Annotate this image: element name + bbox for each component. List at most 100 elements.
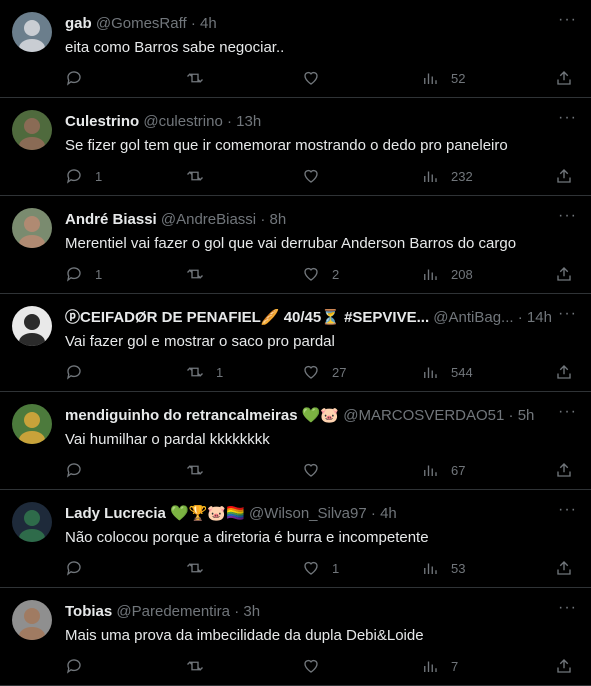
retweet-button[interactable]: [186, 68, 216, 88]
like-button[interactable]: 27: [302, 362, 346, 382]
reply-icon: [66, 561, 81, 576]
like-button[interactable]: [302, 460, 332, 480]
heart-icon: [304, 561, 318, 575]
views-button[interactable]: 52: [421, 68, 465, 88]
author-handle[interactable]: @culestrino: [143, 113, 222, 130]
views-button[interactable]: 7: [421, 656, 458, 676]
author-name[interactable]: Tobias: [65, 603, 112, 620]
author-handle[interactable]: @Wilson_Silva97: [249, 505, 367, 522]
reply-button[interactable]: [65, 68, 95, 88]
reply-button[interactable]: 1: [65, 166, 102, 186]
retweet-icon: [187, 73, 203, 83]
more-options-icon[interactable]: ···: [558, 600, 577, 616]
avatar[interactable]: [12, 12, 52, 52]
share-button[interactable]: [555, 264, 573, 284]
more-options-icon[interactable]: ···: [558, 306, 577, 322]
like-button[interactable]: [302, 166, 332, 186]
views-button[interactable]: 208: [421, 264, 473, 284]
author-name[interactable]: André Biassi: [65, 211, 157, 228]
tweet[interactable]: ⓟCEIFADØR DE PENAFIEL🥖 40/45⏳ #SEPVIVE..…: [0, 294, 591, 392]
retweet-button[interactable]: [186, 166, 216, 186]
tweet-header: Tobias @Paredementira · 3h: [65, 603, 261, 620]
timestamp[interactable]: 8h: [270, 211, 287, 228]
reply-button[interactable]: [65, 656, 95, 676]
analytics-icon: [424, 367, 437, 378]
more-options-icon[interactable]: ···: [558, 110, 577, 126]
share-button[interactable]: [555, 362, 573, 382]
more-options-icon[interactable]: ···: [558, 502, 577, 518]
avatar[interactable]: [12, 502, 52, 542]
author-handle[interactable]: @GomesRaff: [96, 15, 187, 32]
timestamp[interactable]: 4h: [200, 15, 217, 32]
author-handle[interactable]: @Paredementira: [116, 603, 230, 620]
tweet-actions: 67: [65, 460, 575, 480]
reply-button[interactable]: 1: [65, 264, 102, 284]
tweet[interactable]: Culestrino @culestrino · 13h ··· Se fize…: [0, 98, 591, 196]
avatar[interactable]: [12, 600, 52, 640]
tweet-header: gab @GomesRaff · 4h: [65, 15, 217, 32]
reply-button[interactable]: [65, 460, 95, 480]
views-button[interactable]: 53: [421, 558, 465, 578]
share-button[interactable]: [555, 68, 573, 88]
tweet[interactable]: mendiguinho do retrancalmeiras 💚🐷 @MARCO…: [0, 392, 591, 490]
timestamp[interactable]: 5h: [518, 407, 535, 424]
more-options-icon[interactable]: ···: [558, 208, 577, 224]
like-button[interactable]: 2: [302, 264, 339, 284]
tweet[interactable]: gab @GomesRaff · 4h ··· eita como Barros…: [0, 0, 591, 98]
retweet-button[interactable]: [186, 656, 216, 676]
tweet-text: eita como Barros sabe negociar..: [65, 39, 285, 56]
avatar[interactable]: [12, 208, 52, 248]
like-count: 1: [332, 560, 340, 576]
like-button[interactable]: 1: [302, 558, 339, 578]
analytics-icon: [424, 661, 437, 672]
like-count: 2: [332, 266, 340, 282]
avatar-image: [12, 110, 52, 150]
tweet[interactable]: Tobias @Paredementira · 3h ··· Mais uma …: [0, 588, 591, 686]
retweet-button[interactable]: [186, 460, 216, 480]
share-button[interactable]: [555, 460, 573, 480]
view-count: 53: [451, 560, 466, 576]
author-name[interactable]: ⓟCEIFADØR DE PENAFIEL🥖 40/45⏳ #SEPVIVE..…: [65, 309, 429, 326]
author-name[interactable]: Lady Lucrecia 💚🏆🐷🏳️‍🌈: [65, 505, 245, 522]
author-name[interactable]: gab: [65, 15, 92, 32]
author-name[interactable]: Culestrino: [65, 113, 139, 130]
heart-icon: [304, 659, 318, 673]
avatar[interactable]: [12, 306, 52, 346]
reply-button[interactable]: [65, 558, 95, 578]
like-button[interactable]: [302, 68, 332, 88]
author-handle[interactable]: @MARCOSVERDAO51: [343, 407, 504, 424]
timestamp[interactable]: 3h: [243, 603, 260, 620]
retweet-icon: [187, 367, 203, 377]
reply-button[interactable]: [65, 362, 95, 382]
tweet[interactable]: Lady Lucrecia 💚🏆🐷🏳️‍🌈 @Wilson_Silva97 · …: [0, 490, 591, 588]
views-button[interactable]: 232: [421, 166, 473, 186]
views-button[interactable]: 67: [421, 460, 465, 480]
retweet-button[interactable]: 1: [186, 362, 223, 382]
share-button[interactable]: [555, 166, 573, 186]
author-name[interactable]: mendiguinho do retrancalmeiras 💚🐷: [65, 407, 339, 424]
author-handle[interactable]: @AntiBag...: [433, 309, 513, 326]
reply-icon: [66, 365, 81, 380]
retweet-button[interactable]: [186, 264, 216, 284]
avatar[interactable]: [12, 404, 52, 444]
author-handle[interactable]: @AndreBiassi: [161, 211, 256, 228]
tweet-text: Vai humilhar o pardal kkkkkkkk: [65, 431, 270, 448]
avatar[interactable]: [12, 110, 52, 150]
retweet-icon: [187, 465, 203, 475]
share-icon: [557, 561, 571, 575]
reply-icon: [66, 169, 81, 184]
views-button[interactable]: 544: [421, 362, 473, 382]
share-button[interactable]: [555, 558, 573, 578]
like-button[interactable]: [302, 656, 332, 676]
timestamp[interactable]: 4h: [380, 505, 397, 522]
tweet-actions: 7: [65, 656, 575, 676]
share-button[interactable]: [555, 656, 573, 676]
more-options-icon[interactable]: ···: [558, 12, 577, 28]
more-options-icon[interactable]: ···: [558, 404, 577, 420]
timestamp[interactable]: 14h: [527, 309, 551, 326]
retweet-button[interactable]: [186, 558, 216, 578]
view-count: 52: [451, 70, 466, 86]
timestamp[interactable]: 13h: [236, 113, 261, 130]
tweet[interactable]: André Biassi @AndreBiassi · 8h ··· Meren…: [0, 196, 591, 294]
tweet-header: mendiguinho do retrancalmeiras 💚🐷 @MARCO…: [65, 407, 535, 424]
